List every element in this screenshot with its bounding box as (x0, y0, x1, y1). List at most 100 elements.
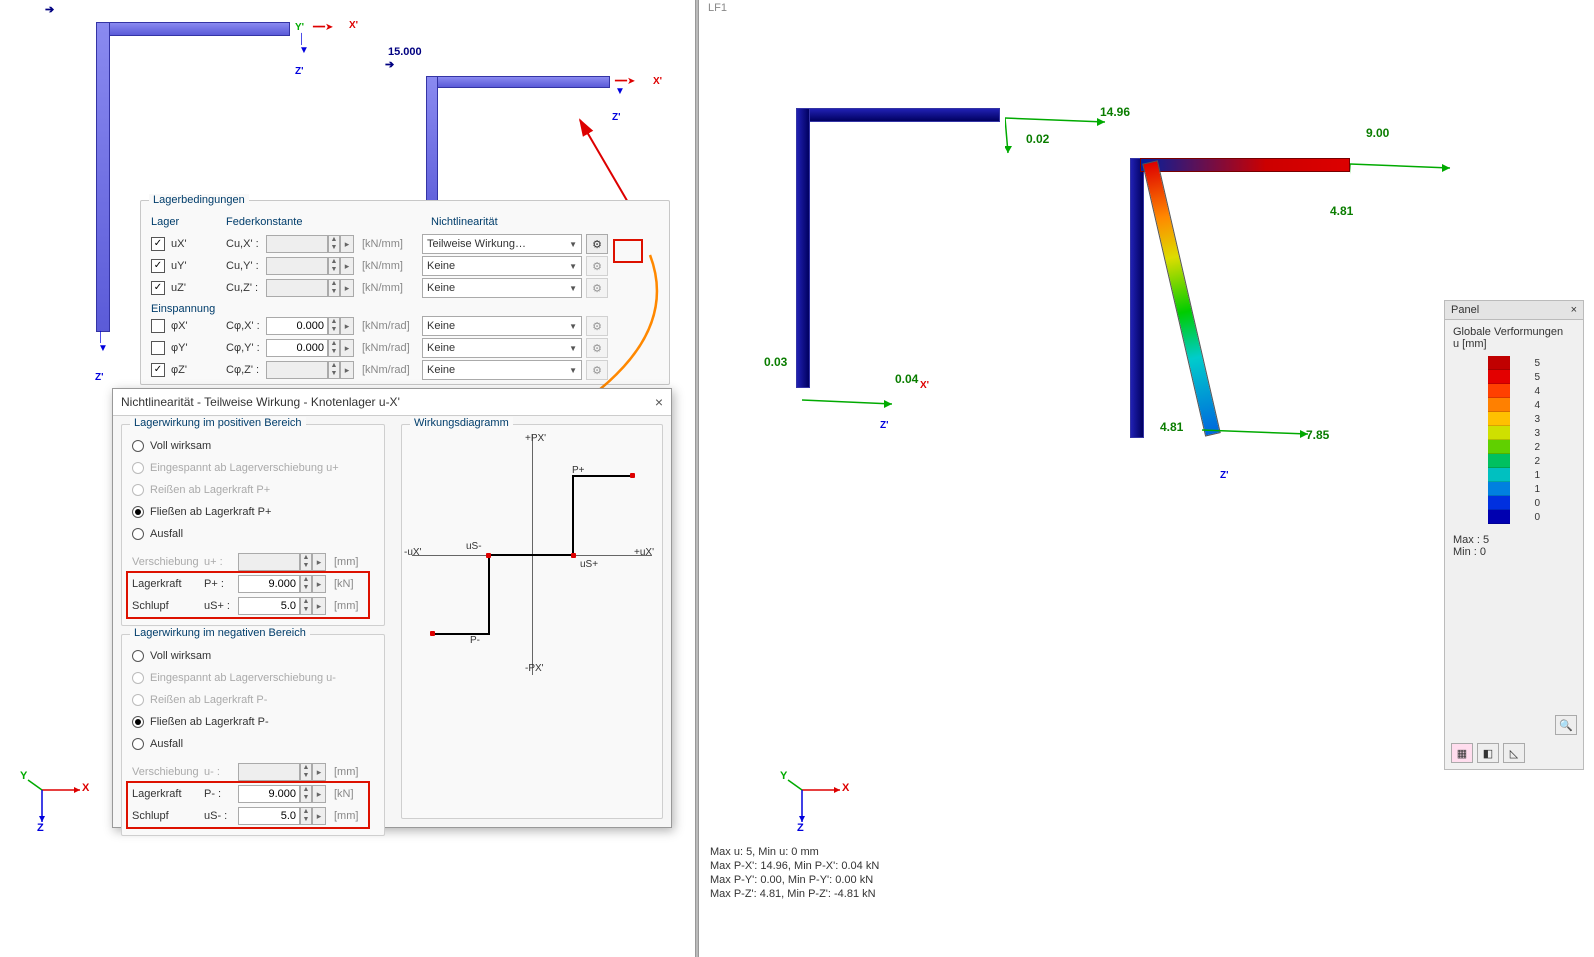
diag-pxminus: -PX' (525, 663, 544, 674)
viewport-divider[interactable] (695, 0, 699, 957)
combo-nl-phiz[interactable]: Keine▼ (422, 360, 582, 380)
pick-cuz[interactable]: ▸ (340, 279, 354, 297)
chk-uz[interactable] (151, 281, 165, 295)
combo-nl-phix[interactable]: Keine▼ (422, 316, 582, 336)
res2-ax-z: Z' (1220, 470, 1229, 481)
panel-tab-1[interactable]: ▦ (1451, 743, 1473, 763)
panel-zoom-icon[interactable]: 🔍 (1555, 715, 1577, 735)
axis-x-1: X' (349, 20, 358, 31)
radio-neg-voll[interactable] (132, 650, 144, 662)
negative-region-group: Lagerwirkung im negativen Bereich Voll w… (121, 634, 385, 836)
negative-title: Lagerwirkung im negativen Bereich (130, 627, 310, 639)
load-value-1: 15.000 (48, 0, 82, 2)
combo-nl-uz-text: Keine (427, 282, 455, 294)
nl-settings-phiy-button[interactable]: ⚙ (586, 338, 608, 358)
chk-phiz[interactable] (151, 363, 165, 377)
right-header: LF1 (708, 2, 727, 14)
lbl-uz: uZ' (171, 282, 226, 294)
chk-uy[interactable] (151, 259, 165, 273)
spin-cux[interactable]: ▲▼ (328, 235, 340, 253)
global-triad-left: X Y Z (20, 760, 80, 820)
lbl-uy: uY' (171, 260, 226, 272)
radio-pos-voll[interactable] (132, 440, 144, 452)
input-uminus (238, 763, 300, 781)
unit-uplus: [mm] (334, 556, 358, 568)
beam-horizontal-1 (100, 22, 290, 36)
spin-usplus[interactable]: ▲▼ (300, 597, 312, 615)
chk-phix[interactable] (151, 319, 165, 333)
res2-base-px: 4.81 (1160, 420, 1183, 434)
res1-ax-z: Z' (880, 420, 889, 431)
combo-nl-phiy[interactable]: Keine▼ (422, 338, 582, 358)
legend-tick: 2 (1520, 456, 1540, 467)
input-usminus[interactable] (238, 807, 300, 825)
nl-settings-phiz-button[interactable]: ⚙ (586, 360, 608, 380)
pick-usminus[interactable]: ▸ (312, 807, 326, 825)
lbl-pos-voll: Voll wirksam (150, 440, 211, 452)
lbl-pos-fliessen: Fließen ab Lagerkraft P+ (150, 506, 271, 518)
unit-phiz: [kNm/rad] (362, 364, 422, 376)
input-pplus[interactable] (238, 575, 300, 593)
nl-settings-uz-button[interactable]: ⚙ (586, 278, 608, 298)
nl-settings-ux-button[interactable]: ⚙ (586, 234, 608, 254)
radio-neg-ausfall[interactable] (132, 738, 144, 750)
chk-ux[interactable] (151, 237, 165, 251)
pick-cphix[interactable]: ▸ (340, 317, 354, 335)
input-pminus[interactable] (238, 785, 300, 803)
spin-cphiy[interactable]: ▲▼ (328, 339, 340, 357)
pick-pplus[interactable]: ▸ (312, 575, 326, 593)
spin-usminus[interactable]: ▲▼ (300, 807, 312, 825)
res1-base-px: 0.03 (764, 355, 787, 369)
panel-max-label: Max : (1453, 534, 1480, 546)
spin-pplus[interactable]: ▲▼ (300, 575, 312, 593)
input-cphiz[interactable] (266, 361, 328, 379)
pick-pminus[interactable]: ▸ (312, 785, 326, 803)
input-cphiy[interactable] (266, 339, 328, 357)
pick-usplus[interactable]: ▸ (312, 597, 326, 615)
pick-cuy[interactable]: ▸ (340, 257, 354, 275)
radio-pos-reissen (132, 484, 144, 496)
pick-cphiy[interactable]: ▸ (340, 339, 354, 357)
result2-beam-v-deformed (1142, 160, 1221, 436)
dialog-title: Nichtlinearität - Teilweise Wirkung - Kn… (121, 395, 400, 409)
input-cuy[interactable] (266, 257, 328, 275)
load-arrow-2: ➔ (385, 58, 394, 71)
panel-close-icon[interactable]: × (1571, 304, 1577, 316)
input-cuz[interactable] (266, 279, 328, 297)
lbl-pos-ausfall: Ausfall (150, 528, 183, 540)
combo-nl-uy[interactable]: Keine▼ (422, 256, 582, 276)
res2-px: 9.00 (1366, 126, 1389, 140)
panel-tab-2[interactable]: ◧ (1477, 743, 1499, 763)
spin-cuz[interactable]: ▲▼ (328, 279, 340, 297)
radio-pos-fliessen[interactable] (132, 506, 144, 518)
result2-beam-h (1140, 158, 1350, 172)
input-cux[interactable] (266, 235, 328, 253)
input-cphix[interactable] (266, 317, 328, 335)
nl-settings-uy-button[interactable]: ⚙ (586, 256, 608, 276)
positive-region-group: Lagerwirkung im positiven Bereich Voll w… (121, 424, 385, 626)
pick-cphiz[interactable]: ▸ (340, 361, 354, 379)
radio-neg-fliessen[interactable] (132, 716, 144, 728)
legend-tick: 0 (1520, 498, 1540, 509)
dialog-close-button[interactable]: × (655, 394, 663, 410)
spin-cphiz[interactable]: ▲▼ (328, 361, 340, 379)
nl-settings-phix-button[interactable]: ⚙ (586, 316, 608, 336)
combo-nl-ux[interactable]: Teilweise Wirkung…▼ (422, 234, 582, 254)
spin-cuy[interactable]: ▲▼ (328, 257, 340, 275)
pick-cux[interactable]: ▸ (340, 235, 354, 253)
spin-pminus[interactable]: ▲▼ (300, 785, 312, 803)
lbl-neg-fliessen: Fließen ab Lagerkraft P- (150, 716, 269, 728)
res2-pz: 4.81 (1330, 204, 1353, 218)
radio-pos-ausfall[interactable] (132, 528, 144, 540)
legend-swatch (1488, 426, 1510, 440)
unit-uz: [kN/mm] (362, 282, 422, 294)
spin-cphix[interactable]: ▲▼ (328, 317, 340, 335)
chk-phiy[interactable] (151, 341, 165, 355)
input-usplus[interactable] (238, 597, 300, 615)
beam-horizontal-2 (430, 76, 610, 88)
panel-tab-3[interactable]: ◺ (1503, 743, 1525, 763)
diag-uxplus: +uX' (634, 547, 654, 558)
combo-nl-uy-text: Keine (427, 260, 455, 272)
unit-phiy: [kNm/rad] (362, 342, 422, 354)
combo-nl-uz[interactable]: Keine▼ (422, 278, 582, 298)
